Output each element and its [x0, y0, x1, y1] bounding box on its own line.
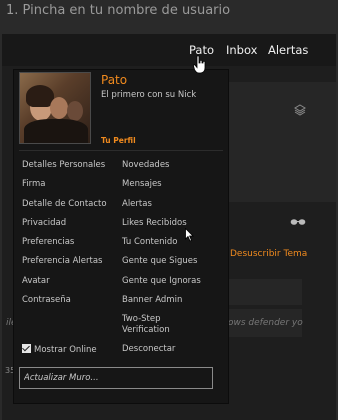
menu-item-two-step-verification[interactable]: Two-Step Verification [122, 310, 192, 338]
background-quote-right: ows defender yo [228, 318, 303, 328]
top-nav-bar: Pato Inbox Alertas [2, 34, 336, 66]
menu-item-contact-details[interactable]: Detalle de Contacto [22, 195, 107, 214]
menu-item-alerts[interactable]: Alertas [122, 195, 201, 214]
glasses-icon [290, 219, 306, 225]
arrow-cursor-icon [185, 228, 194, 242]
menu-item-messages[interactable]: Mensajes [122, 175, 201, 194]
your-profile-link[interactable]: Tu Perfil [101, 136, 136, 145]
layers-icon[interactable] [294, 104, 306, 116]
menu-item-signature[interactable]: Firma [22, 175, 107, 194]
show-online-label: Mostrar Online [34, 345, 97, 355]
activity-column: Novedades Mensajes Alertas Likes Recibid… [122, 156, 201, 338]
menu-item-password[interactable]: Contraseña [22, 291, 107, 310]
logout-link[interactable]: Desconectar [122, 344, 175, 354]
checkbox-checked-icon[interactable] [22, 344, 31, 353]
account-settings-column: Detalles Personales Firma Detalle de Con… [22, 156, 107, 310]
user-dropdown-menu: Pato El primero con su Nick Tu Perfil De… [13, 69, 229, 404]
menu-item-personal-details[interactable]: Detalles Personales [22, 156, 107, 175]
menu-item-preferences[interactable]: Preferencias [22, 233, 107, 252]
divider [19, 150, 223, 151]
menu-item-following[interactable]: Gente que Sigues [122, 252, 201, 271]
alerts-nav-link[interactable]: Alertas [268, 43, 308, 57]
background-panel [228, 82, 336, 202]
menu-item-privacy[interactable]: Privacidad [22, 214, 107, 233]
menu-item-banner-admin[interactable]: Banner Admin [122, 291, 201, 310]
profile-subtitle: El primero con su Nick [101, 90, 197, 100]
status-update-input[interactable] [19, 367, 213, 389]
background-row [228, 279, 302, 305]
menu-item-ignoring[interactable]: Gente que Ignoras [122, 272, 201, 291]
inbox-nav-link[interactable]: Inbox [226, 43, 257, 57]
hand-cursor-icon [193, 55, 206, 74]
show-online-toggle[interactable]: Mostrar Online [22, 344, 97, 355]
unsubscribe-thread-link[interactable]: Desuscribir Tema [230, 249, 307, 259]
menu-item-news-feed[interactable]: Novedades [122, 156, 201, 175]
profile-name[interactable]: Pato [101, 73, 127, 87]
menu-item-alert-preferences[interactable]: Preferencia Alertas [22, 252, 107, 271]
step-title: 1. Pincha en tu nombre de usuario [6, 3, 231, 18]
avatar[interactable] [19, 72, 91, 144]
menu-item-avatar[interactable]: Avatar [22, 272, 107, 291]
